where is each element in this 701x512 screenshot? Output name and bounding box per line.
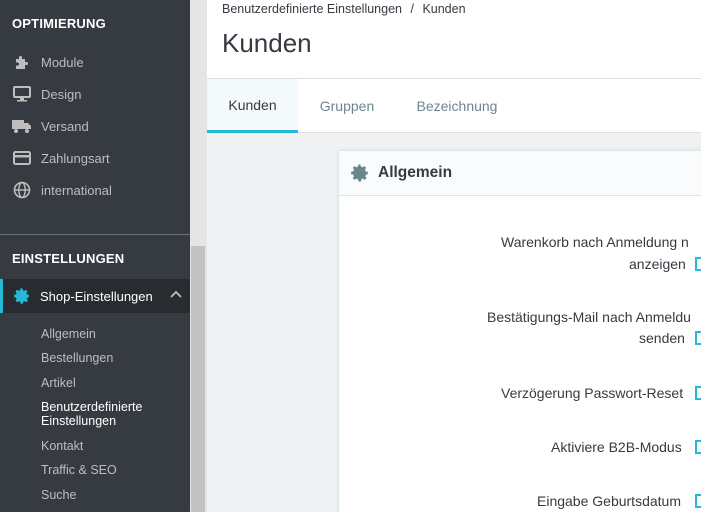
sidebar: OPTIMIERUNG Module Design Versand Zahlun… <box>0 0 190 512</box>
switch-warenkorb[interactable] <box>695 257 701 271</box>
chevron-up-icon[interactable] <box>170 288 182 303</box>
sidebar-item-label: international <box>41 182 112 198</box>
sidebar-item-label: Design <box>41 86 82 102</box>
card-title: Allgemein <box>378 164 453 181</box>
sidebar-subitem-benutzerdefinierte-einstellungen[interactable]: Benutzerdefinierte Einstellungen <box>41 400 156 428</box>
tab-kunden[interactable]: Kunden <box>207 79 298 133</box>
breadcrumb: Benutzerdefinierte Einstellungen / Kunde… <box>222 2 466 16</box>
breadcrumb-parent[interactable]: Benutzerdefinierte Einstellungen <box>222 2 402 16</box>
field-label-passwort-reset: Verzögerung Passwort-Reset <box>501 385 684 401</box>
switch-bestaetigungsmail[interactable] <box>695 331 701 345</box>
switch-b2b-modus[interactable] <box>695 440 701 454</box>
sidebar-item-label: Module <box>41 54 84 70</box>
sidebar-item-label: Versand <box>41 118 89 134</box>
sidebar-subitem-suche[interactable]: Suche <box>41 488 181 502</box>
sidebar-item-label: Zahlungsart <box>41 150 110 166</box>
field-label-geburtsdatum: Eingabe Geburtsdatum <box>537 493 681 509</box>
sidebar-item-shop-einstellungen[interactable]: Shop-Einstellungen <box>0 279 190 313</box>
page-header: Benutzerdefinierte Einstellungen / Kunde… <box>207 0 701 79</box>
sidebar-scrollbar-thumb[interactable] <box>191 246 205 512</box>
credit-card-icon <box>12 149 32 167</box>
field-label-warenkorb-line1: Warenkorb nach Anmeldung n <box>501 234 689 250</box>
sidebar-subitem-kontakt[interactable]: Kontakt <box>41 439 181 453</box>
input-passwort-reset[interactable] <box>695 386 701 400</box>
sidebar-item-zahlungsart[interactable]: Zahlungsart <box>0 143 190 173</box>
sidebar-subitem-allgemein[interactable]: Allgemein <box>41 327 181 341</box>
section-header-einstellungen: EINSTELLUNGEN <box>12 251 125 266</box>
truck-icon <box>12 117 32 135</box>
puzzle-icon <box>12 53 32 71</box>
sidebar-item-module[interactable]: Module <box>0 47 190 77</box>
sidebar-divider <box>0 234 190 235</box>
gear-icon <box>350 163 370 183</box>
section-header-optimierung: OPTIMIERUNG <box>12 16 106 31</box>
monitor-icon <box>12 85 32 103</box>
switch-geburtsdatum[interactable] <box>695 494 701 508</box>
tab-bar: Kunden Gruppen Bezeichnung <box>207 79 701 133</box>
field-label-bestaetigung-line2: senden <box>639 330 685 346</box>
field-label-b2b-modus: Aktiviere B2B-Modus <box>551 439 682 455</box>
sidebar-item-international[interactable]: international <box>0 175 190 205</box>
gear-icon <box>12 287 32 305</box>
field-label-warenkorb-line2: anzeigen <box>629 256 686 272</box>
sidebar-scrollbar[interactable] <box>190 0 207 512</box>
sidebar-subitem-traffic-seo[interactable]: Traffic & SEO <box>41 463 181 477</box>
sidebar-subitem-artikel[interactable]: Artikel <box>41 376 181 390</box>
card-header: Allgemein <box>339 151 701 196</box>
sidebar-item-label: Shop-Einstellungen <box>40 288 153 304</box>
sidebar-subitem-bestellungen[interactable]: Bestellungen <box>41 351 181 365</box>
sidebar-item-versand[interactable]: Versand <box>0 111 190 141</box>
field-label-bestaetigung-line1: Bestätigungs-Mail nach Anmeldu <box>487 309 691 325</box>
page-title: Kunden <box>222 28 312 58</box>
globe-icon <box>12 181 32 199</box>
breadcrumb-current: Kunden <box>422 2 466 16</box>
tab-bezeichnung[interactable]: Bezeichnung <box>402 79 512 133</box>
sidebar-item-design[interactable]: Design <box>0 79 190 109</box>
breadcrumb-separator: / <box>410 2 414 16</box>
tab-gruppen[interactable]: Gruppen <box>302 79 392 133</box>
